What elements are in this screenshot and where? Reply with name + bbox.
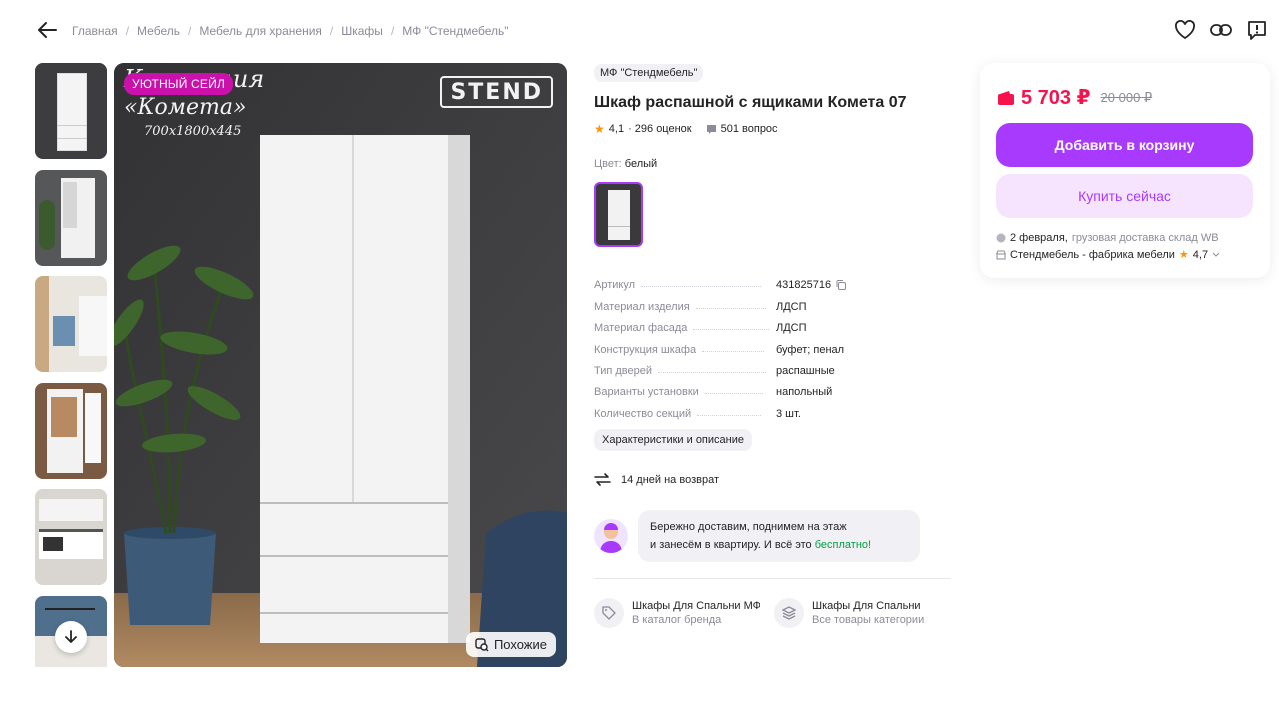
image-brand-logo: STEND [440,76,553,108]
brand-catalog-link[interactable]: Шкафы Для Спальни МФ В каталог бренда [594,598,760,628]
return-arrows-icon [594,473,611,486]
spec-row: Варианты установки напольный [594,377,954,398]
spec-value: распашные [776,364,835,377]
price-row: 5 703 ₽ 20 000 ₽ [997,85,1152,110]
specs-table: Артикул 431825716 Материал изделия ЛДСП … [594,270,954,420]
thumbnail-list [35,63,107,667]
spec-row: Материал фасада ЛДСП [594,313,954,334]
top-actions [1173,18,1269,42]
color-label-text: Цвет: [594,158,622,170]
similar-label: Похожие [493,637,547,652]
buy-now-button[interactable]: Купить сейчас [996,174,1253,218]
spec-value: 431825716 [776,279,847,291]
shop-icon [996,250,1006,259]
link-title: Шкафы Для Спальни МФ [632,600,760,612]
spec-key: Варианты установки [594,386,699,399]
delivery-date: 2 февраля, [1010,232,1068,244]
spec-key: Артикул [594,279,636,292]
spec-key: Материал фасада [594,322,688,335]
share-link-icon[interactable] [1209,18,1233,42]
color-value: белый [624,158,658,170]
spec-row: Артикул 431825716 [594,270,954,291]
promo-line-2: и занесём в квартиру. И всё это [650,539,812,551]
breadcrumb-item-furniture[interactable]: Мебель [137,24,180,38]
seller-info[interactable]: Стендмебель - фабрика мебели ★ 4,7 [996,248,1220,261]
spec-key: Количество секций [594,407,692,420]
catalog-links: Шкафы Для Спальни МФ В каталог бренда Шк… [594,598,940,628]
return-policy: 14 дней на возврат [594,472,719,487]
promo-bubble: Бережно доставим, поднимем на этаж и зан… [638,510,920,562]
chevron-down-icon[interactable] [1212,252,1220,258]
price-panel: 5 703 ₽ 20 000 ₽ Добавить в корзину Купи… [980,63,1270,278]
copy-icon[interactable] [835,279,847,291]
spec-key: Тип дверей [594,364,653,377]
category-link[interactable]: Шкафы Для Спальни Все товары категории [774,598,940,628]
layers-icon [774,598,804,628]
seller-rating: 4,7 [1192,248,1209,261]
seller-star-icon: ★ [1178,249,1189,261]
thumbnail-5[interactable] [35,489,107,586]
breadcrumb: Главная / Мебель / Мебель для хранения / Шк… [72,24,509,38]
link-title: Шкафы Для Спальни [812,600,921,612]
spec-value: ЛДСП [776,322,807,335]
thumbnail-3[interactable] [35,276,107,373]
star-icon: ★ [594,122,605,136]
scroll-down-button[interactable] [55,621,87,653]
article-number: 431825716 [776,279,832,292]
breadcrumb-item-home[interactable]: Главная [72,24,118,38]
thumbnail-2[interactable] [35,169,107,266]
delivery-icon [996,233,1006,243]
brand-chip[interactable]: МФ "Стендмебель" [594,64,704,82]
current-price: 5 703 ₽ [1021,87,1091,109]
spec-key: Материал изделия [594,300,690,313]
delivery-promo: Бережно доставим, поднимем на этаж и зан… [594,510,920,562]
divider [594,578,951,579]
spec-row: Количество секций 3 шт. [594,398,954,420]
spec-row: Материал изделия ЛДСП [594,291,954,313]
color-label: Цвет: белый [594,158,657,170]
product-photo [114,63,567,667]
spec-value: напольный [776,386,833,399]
sale-badge: УЮТНЫЙ СЕЙЛ [124,73,234,95]
wallet-icon [998,90,1014,105]
reviews-count[interactable]: · 296 оценок [628,123,692,135]
delivery-note: грузовая доставка склад WB [1071,232,1219,244]
seller-name: Стендмебель - фабрика мебели [1010,248,1175,261]
spec-row: Тип дверей распашные [594,356,954,377]
spec-row: Конструкция шкафа буфет; пенал [594,334,954,356]
report-icon[interactable] [1245,18,1269,42]
return-text: 14 дней на возврат [621,473,719,486]
similar-button[interactable]: Похожие [465,632,556,657]
back-arrow-icon[interactable] [36,20,58,40]
old-price: 20 000 ₽ [1100,89,1153,105]
rating-value[interactable]: 4,1 [609,123,624,135]
breadcrumb-item-wardrobes[interactable]: Шкафы [341,24,383,38]
favorite-heart-icon[interactable] [1173,18,1197,42]
breadcrumb-item-storage[interactable]: Мебель для хранения [199,24,322,38]
color-swatch-white[interactable] [594,182,643,247]
thumbnail-1[interactable] [35,63,107,159]
main-product-image[interactable]: Коллекция «Комета» 700х1800х445 STEND УЮ… [114,63,567,667]
courier-avatar [594,519,628,553]
product-title: Шкаф распашной с ящиками Комета 07 [594,94,907,111]
thumbnail-4[interactable] [35,382,107,479]
link-subtitle: Все товары категории [812,614,925,626]
tag-icon [594,598,624,628]
question-bubble-icon [706,124,716,134]
characteristics-button[interactable]: Характеристики и описание [594,429,752,451]
spec-value: буфет; пенал [776,343,845,356]
spec-value: ЛДСП [776,300,807,313]
add-to-cart-button[interactable]: Добавить в корзину [996,123,1253,167]
questions-link[interactable]: 501 вопрос [706,123,778,135]
promo-line-1: Бережно доставим, поднимем на этаж [650,521,847,533]
rating-row: ★ 4,1 · 296 оценок 501 вопрос [594,122,778,136]
similar-icon [475,637,489,651]
questions-count: 501 вопрос [720,123,778,135]
breadcrumb-item-brand[interactable]: МФ "Стендмебель" [402,24,508,38]
link-subtitle: В каталог бренда [632,614,722,626]
delivery-info: 2 февраля, грузовая доставка склад WB [996,232,1219,244]
promo-free: бесплатно! [814,539,872,551]
spec-value: 3 шт. [776,407,801,420]
spec-key: Конструкция шкафа [594,343,697,356]
